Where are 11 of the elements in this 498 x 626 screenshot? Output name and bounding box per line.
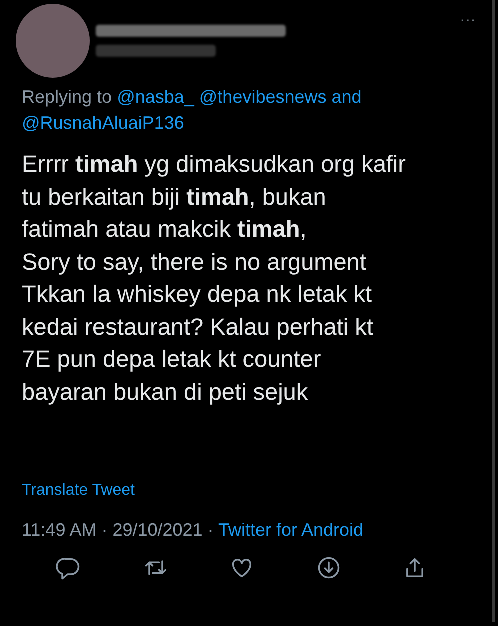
more-button[interactable]: ··· [460,12,476,30]
download-icon[interactable] [316,555,342,581]
reply-icon[interactable] [56,555,82,581]
mention-link[interactable]: @RusnahAluaiP136 [22,113,184,133]
tweet-text: Errrr timah yg dimaksudkan org kafir tu berkaitan biji timah, bukan fatimah atau makcik timah, Sory to say, there is no argument Tkkan la whiskey depa nk letak kt kedai restaurant? Kalau perhati kt 7E pun depa letak kt counter bayaran bukan di peti sejuk [22,150,407,407]
translate-link[interactable]: Translate Tweet [22,482,135,500]
source-link[interactable]: Twitter for Android [218,520,364,540]
reply-context: Replying to @nasba_ @thevibesnews and @RusnahAluaiP136 [22,86,363,135]
mention-link[interactable]: @nasba_ [117,87,194,107]
tweet-timestamp: 11:49 AM · 29/10/2021 · Twitter for Android [22,520,365,541]
mention-link[interactable]: @thevibesnews [199,87,327,107]
